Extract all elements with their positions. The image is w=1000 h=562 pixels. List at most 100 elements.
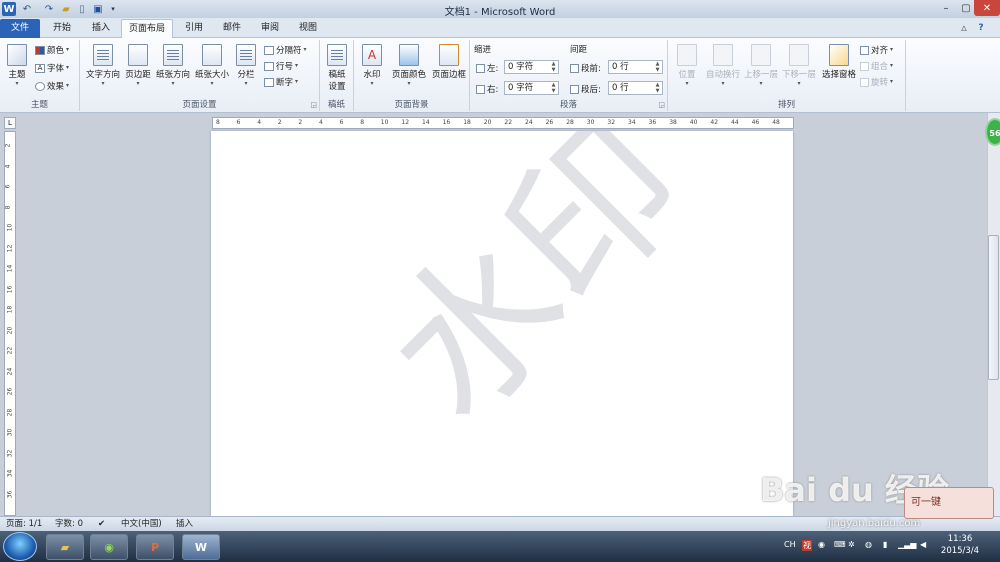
position-button[interactable]: 位置 ▾ (672, 44, 702, 88)
status-words[interactable]: 字数: 0 (55, 517, 83, 531)
ruler-tick-label: 40 (689, 119, 698, 126)
status-page[interactable]: 页面: 1/1 (6, 517, 42, 531)
tab-page-layout[interactable]: 页面布局 (121, 19, 173, 38)
help-tray-icon[interactable]: ◉ (818, 540, 825, 549)
group-manuscript: 稿纸 设置 稿纸 (320, 40, 354, 111)
selection-pane-button[interactable]: 选择窗格 (820, 44, 858, 80)
align-button[interactable]: 对齐 ▾ (860, 44, 893, 56)
app-tray-icon[interactable]: ◍ (865, 540, 872, 549)
theme-fonts-button[interactable]: A 字体 ▾ (35, 62, 69, 74)
minimize-icon[interactable]: – (935, 0, 957, 16)
horizontal-ruler[interactable]: 8 6 4 2 2 4 6 8 10 12 14 16 18 20 22 24 26 28 30 32 34 36 38 40… (212, 117, 794, 129)
send-backward-icon (789, 44, 809, 66)
palette-icon (35, 45, 45, 55)
wrap-text-button[interactable]: 自动换行 ▾ (704, 44, 742, 88)
page-borders-button[interactable]: 页面边框 (430, 44, 468, 80)
bring-forward-icon (751, 44, 771, 66)
word-taskbar-icon[interactable]: W (182, 534, 220, 560)
spacing-after-spinner[interactable]: 0 行 ▲ ▼ (608, 81, 663, 95)
spinner-arrows-icon[interactable]: ▲ ▼ (549, 61, 558, 73)
tab-review[interactable]: 审阅 (251, 19, 289, 38)
explorer-icon[interactable]: ▰ (46, 534, 84, 560)
scrollbar-thumb[interactable] (988, 235, 999, 380)
selection-pane-icon (829, 44, 849, 66)
vertical-ruler[interactable]: 2 4 6 8 10 12 14 16 18 20 22 24 26 28 30 32 34 36 (4, 131, 16, 516)
ruler-tick-label: 18 (463, 119, 471, 126)
keyboard-icon[interactable]: ⌨ (834, 540, 846, 549)
collapse-ribbon-icon[interactable]: △ (958, 19, 970, 38)
ruler-tick-label: 32 (607, 119, 616, 126)
page-color-button[interactable]: 页面颜色 ▾ (390, 44, 428, 88)
tab-file[interactable]: 文件 (0, 19, 40, 38)
manuscript-setup-button[interactable]: 稿纸 设置 (324, 44, 350, 92)
orientation-button[interactable]: 纸张方向 ▾ (154, 44, 192, 88)
group-paragraph: 缩进 左: 0 字符 ▲ ▼ 右: 0 字符 ▲ ▼ 间距 段前: 0 行 ▲ ▼ 段… (470, 40, 668, 111)
volume-icon[interactable]: ◀ (920, 540, 926, 549)
ruler-tick-label: 2 (4, 143, 12, 148)
help-icon[interactable]: ? (974, 19, 988, 38)
dialog-launcher-icon[interactable]: ◲ (310, 101, 317, 109)
dialog-launcher-icon[interactable]: ◲ (658, 101, 665, 109)
columns-button[interactable]: 分栏 ▾ (234, 44, 258, 88)
floating-badge[interactable]: 56 (985, 118, 1000, 146)
ruler-tick-label: 2 (277, 119, 282, 126)
tab-selector[interactable]: L (4, 117, 16, 129)
signal-icon[interactable]: ▁▃▅ (898, 540, 916, 549)
browser-icon[interactable]: ◉ (90, 534, 128, 560)
status-insert-mode[interactable]: 插入 (176, 517, 193, 531)
system-clock[interactable]: 11:36 2015/3/4 (935, 533, 985, 557)
powerpoint-icon[interactable]: P (136, 534, 174, 560)
device-icon[interactable]: ▮ (883, 540, 887, 549)
start-button[interactable] (3, 532, 37, 561)
tab-references[interactable]: 引用 (175, 19, 213, 38)
group-objects-button[interactable]: 组合 ▾ (860, 60, 893, 72)
spinner-arrows-icon[interactable]: ▲ ▼ (653, 61, 662, 73)
settings-tray-icon[interactable]: ✲ (848, 540, 855, 549)
ruler-tick-label: 38 (669, 119, 677, 126)
send-backward-button[interactable]: 下移一层 ▾ (780, 44, 818, 88)
ruler-tick-label: 46 (751, 119, 760, 126)
ruler-tick-label: 16 (442, 119, 451, 126)
spinner-arrows-icon[interactable]: ▲ ▼ (653, 82, 662, 94)
proofing-icon[interactable]: ✔ (98, 517, 105, 531)
manuscript-icon (327, 44, 347, 66)
ruler-tick-label: 32 (6, 449, 14, 457)
line-numbers-button[interactable]: 行号 ▾ (264, 60, 298, 72)
spacing-before-spinner[interactable]: 0 行 ▲ ▼ (608, 60, 663, 74)
themes-button[interactable]: 主题 ▾ (4, 44, 30, 88)
theme-effects-button[interactable]: 效果 ▾ (35, 80, 69, 92)
tab-home[interactable]: 开始 (43, 19, 81, 38)
close-icon[interactable]: ✕ (974, 0, 1000, 16)
spacing-after-icon (570, 84, 579, 94)
breaks-button[interactable]: 分隔符 ▾ (264, 44, 307, 56)
watermark-icon: A (362, 44, 382, 66)
ruler-tick-label: 20 (483, 119, 492, 126)
rotate-button[interactable]: 旋转 ▾ (860, 76, 893, 88)
watermark-button[interactable]: A 水印 ▾ (358, 44, 386, 88)
tray-ime[interactable]: 视 (802, 540, 812, 551)
page-size-button[interactable]: 纸张大小 ▾ (193, 44, 231, 88)
document-page[interactable]: 水印 (211, 131, 793, 516)
ruler-tick-label: 36 (6, 490, 14, 498)
tray-lang[interactable]: CH (784, 540, 796, 549)
spinner-arrows-icon[interactable]: ▲ ▼ (549, 82, 558, 94)
indent-left-label: 左: (476, 62, 498, 74)
text-direction-button[interactable]: 文字方向 ▾ (84, 44, 122, 88)
ruler-tick-label: 18 (6, 305, 14, 314)
tab-mailings[interactable]: 邮件 (213, 19, 251, 38)
ruler-tick-label: 2 (298, 119, 303, 126)
status-language[interactable]: 中文(中国) (121, 517, 162, 531)
promo-sticker[interactable]: 可一键 (904, 487, 994, 519)
ruler-tick-label: 4 (319, 119, 323, 126)
bring-forward-button[interactable]: 上移一层 ▾ (742, 44, 780, 88)
tab-view[interactable]: 视图 (289, 19, 327, 38)
indent-left-spinner[interactable]: 0 字符 ▲ ▼ (504, 60, 559, 74)
indent-right-spinner[interactable]: 0 字符 ▲ ▼ (504, 81, 559, 95)
theme-colors-button[interactable]: 颜色 ▾ (35, 44, 69, 56)
margins-button[interactable]: 页边距 ▾ (123, 44, 153, 88)
watermark-text: 水印 (351, 131, 721, 456)
tab-insert[interactable]: 插入 (82, 19, 120, 38)
breaks-icon (264, 45, 274, 55)
hyphenation-button[interactable]: 断字 ▾ (264, 76, 298, 88)
ruler-tick-label: 26 (6, 387, 14, 396)
